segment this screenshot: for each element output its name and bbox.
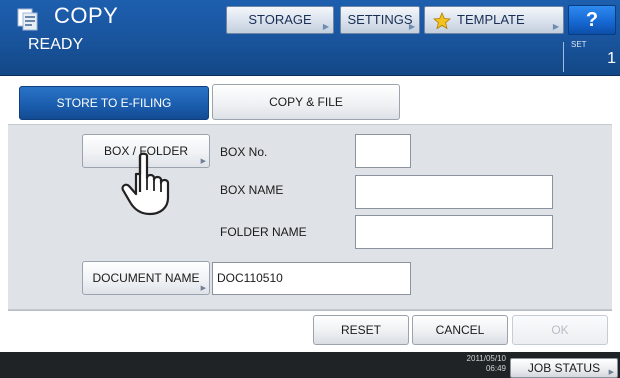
copy-app-icon [16, 7, 40, 31]
action-divider [8, 310, 612, 311]
arrow-icon: ▶ [408, 22, 415, 31]
set-divider [563, 42, 564, 72]
box-no-field[interactable] [355, 134, 411, 168]
job-status-label: JOB STATUS [527, 361, 601, 375]
box-name-label: BOX NAME [220, 183, 284, 197]
folder-name-label: FOLDER NAME [220, 225, 307, 239]
arrow-icon: ▶ [322, 22, 329, 31]
app-title: COPY [54, 3, 119, 28]
reset-button[interactable]: RESET [313, 315, 409, 345]
time-text: 06:49 [485, 364, 506, 373]
arrow-icon: ▶ [200, 158, 206, 165]
arrow-icon: ▶ [200, 285, 206, 292]
document-name-label: DOCUMENT NAME [92, 271, 200, 285]
cancel-button[interactable]: CANCEL [412, 315, 508, 345]
document-name-button[interactable]: DOCUMENT NAME ▶ [82, 261, 210, 295]
hand-pointer-icon [120, 152, 176, 218]
set-count: 1 [607, 50, 616, 67]
job-status-button[interactable]: JOB STATUS ▶ [510, 358, 618, 378]
star-icon [433, 11, 451, 30]
set-label: SET [571, 40, 587, 49]
document-name-field[interactable]: DOC110510 [212, 262, 411, 295]
arrow-icon: ▶ [608, 369, 614, 376]
box-name-field[interactable] [355, 175, 553, 209]
storage-label: STORAGE [248, 12, 312, 27]
template-button[interactable]: TEMPLATE ▶ [424, 6, 564, 34]
help-button[interactable]: ? [568, 5, 616, 35]
box-no-label: BOX No. [220, 145, 268, 159]
tab-copy-and-file[interactable]: COPY & FILE [212, 84, 400, 120]
storage-button[interactable]: STORAGE ▶ [226, 6, 334, 34]
date-text: 2011/05/10 [466, 354, 506, 363]
datetime: 2011/05/10 06:49 [448, 354, 506, 374]
settings-button[interactable]: SETTINGS ▶ [340, 6, 420, 34]
tab-store-to-e-filing[interactable]: STORE TO E-FILING [19, 86, 209, 120]
header-bar: COPY READY STORAGE ▶ SETTINGS ▶ TEMPLATE… [0, 0, 620, 76]
settings-label: SETTINGS [347, 12, 413, 27]
ok-button[interactable]: OK [512, 315, 608, 345]
arrow-icon: ▶ [552, 22, 559, 31]
status-text: READY [28, 36, 84, 53]
folder-name-field[interactable] [355, 215, 553, 249]
template-label: TEMPLATE [457, 12, 525, 27]
